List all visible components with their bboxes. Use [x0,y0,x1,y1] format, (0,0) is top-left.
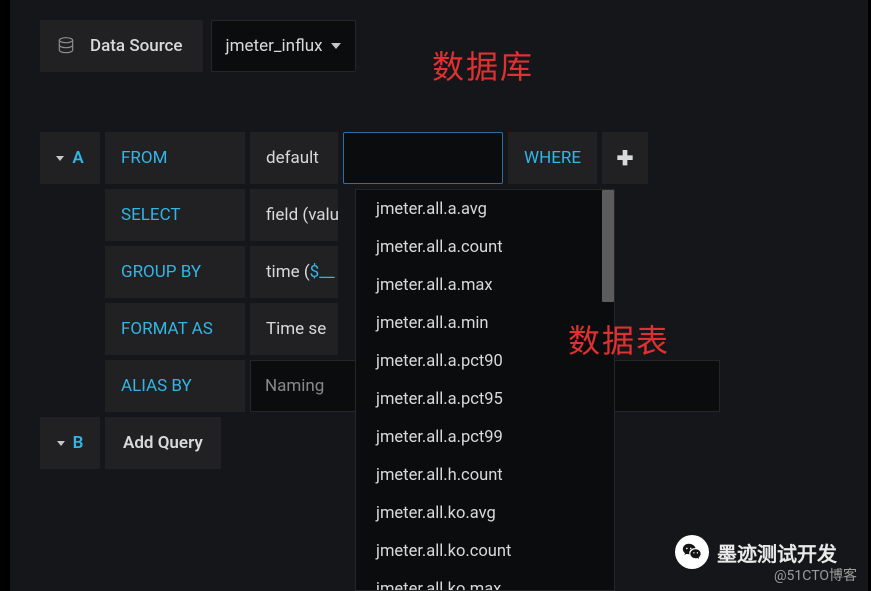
datasource-select[interactable]: jmeter_influx [211,20,356,72]
dropdown-item[interactable]: jmeter.all.a.pct90 [356,342,614,380]
where-add-button[interactable]: ✚ [602,132,648,184]
datasource-selected-value: jmeter_influx [226,36,323,56]
dropdown-item[interactable]: jmeter.all.a.pct99 [356,418,614,456]
select-keyword: SELECT [105,189,245,241]
wechat-text: 墨迹测试开发 [717,538,837,567]
from-policy-segment[interactable]: default [250,132,338,184]
wechat-icon [675,535,709,569]
add-query-button[interactable]: Add Query [105,417,221,469]
query-b-toggle[interactable]: B [40,417,100,469]
database-icon [56,36,76,56]
from-keyword: FROM [105,132,245,184]
dropdown-item[interactable]: jmeter.all.a.count [356,228,614,266]
dropdown-item[interactable]: jmeter.all.a.pct95 [356,380,614,418]
query-letter-b: B [73,433,84,453]
dropdown-item[interactable]: jmeter.all.ko.avg [356,494,614,532]
query-a-from-row: A FROM default WHERE ✚ [40,132,868,184]
groupby-keyword: GROUP BY [105,246,245,298]
datasource-row: Data Source jmeter_influx [40,20,868,72]
dropdown-item[interactable]: jmeter.all.h.count [356,456,614,494]
dropdown-item[interactable]: jmeter.all.a.min [356,304,614,342]
wechat-badge: 墨迹测试开发 [675,535,837,569]
datasource-label: Data Source [90,36,183,56]
dropdown-item[interactable]: jmeter.all.ko.count [356,532,614,570]
measurement-dropdown[interactable]: jmeter.all.a.avgjmeter.all.a.countjmeter… [355,189,615,591]
select-field-segment[interactable]: field (valu [250,189,338,241]
caret-down-icon [57,441,65,446]
formatas-keyword: FORMAT AS [105,303,245,355]
aliasby-keyword: ALIAS BY [105,360,245,412]
datasource-label-box: Data Source [40,20,203,72]
plus-icon: ✚ [617,146,634,170]
dropdown-item[interactable]: jmeter.all.a.avg [356,190,614,228]
measurement-input[interactable] [343,132,503,184]
dropdown-item[interactable]: jmeter.all.a.max [356,266,614,304]
caret-down-icon [331,43,341,49]
formatas-value-segment[interactable]: Time se [250,303,338,355]
dropdown-item[interactable]: jmeter.all.ko.max [356,570,614,591]
query-letter-a: A [72,148,83,168]
watermark-text: @51CTO博客 [774,565,857,585]
where-keyword[interactable]: WHERE [508,132,597,184]
dropdown-scrollbar[interactable] [602,190,614,302]
groupby-time-segment[interactable]: time ($__ [250,246,338,298]
query-a-toggle[interactable]: A [40,132,100,184]
caret-down-icon [56,156,64,161]
